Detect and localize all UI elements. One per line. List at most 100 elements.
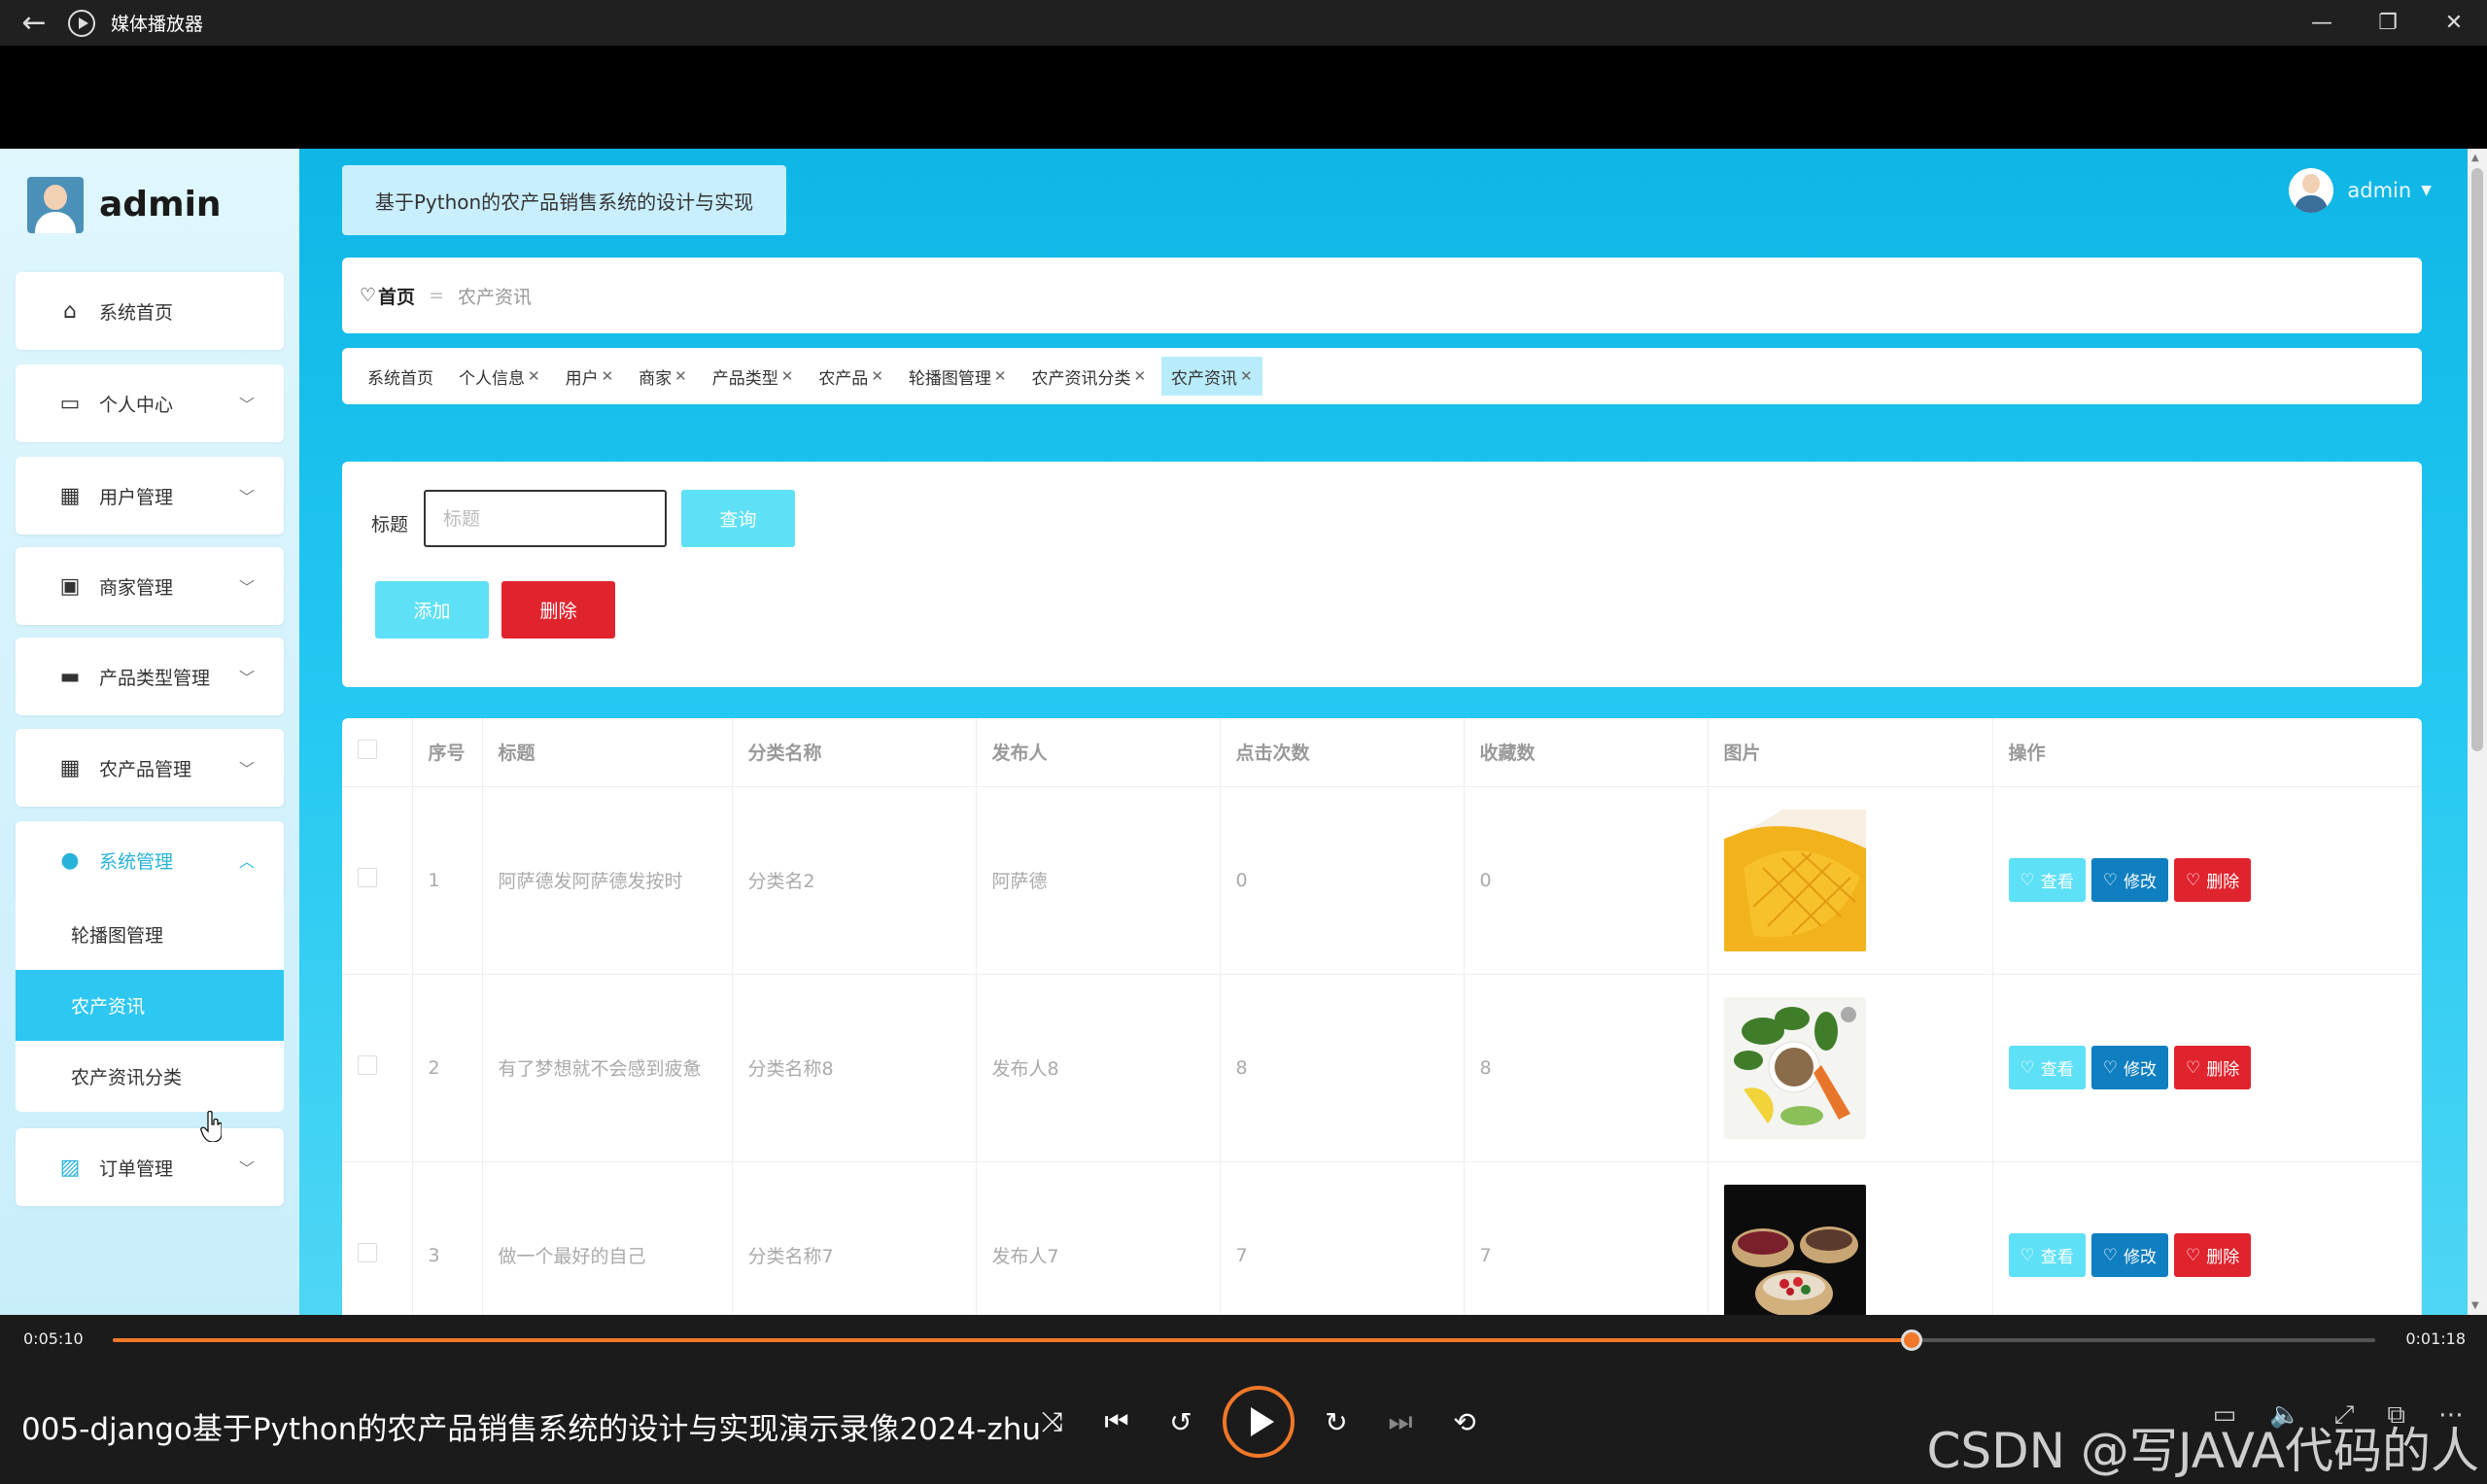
grid-icon: ▦: [59, 755, 81, 780]
playback-controls: ⤨ ⏮ ↺ ↻ ⏭ ⟲: [1020, 1386, 1497, 1458]
tag-news[interactable]: 农产资讯 ✕: [1161, 357, 1262, 396]
edit-button[interactable]: ♡ 修改: [2090, 1233, 2168, 1277]
tag-merchants[interactable]: 商家 ✕: [629, 357, 697, 396]
close-button[interactable]: ✕: [2421, 0, 2487, 46]
delete-button[interactable]: ♡ 删除: [2174, 858, 2252, 902]
close-icon[interactable]: ✕: [994, 367, 1007, 385]
forward-30-icon[interactable]: ↻: [1304, 1393, 1368, 1451]
breadcrumb-home[interactable]: ♡ 首页: [360, 283, 415, 309]
next-icon[interactable]: ⏭: [1368, 1393, 1433, 1451]
sidebar-item-label: 个人中心: [99, 394, 174, 416]
select-all-checkbox[interactable]: [358, 740, 377, 760]
sidebar-item-products[interactable]: ▦ 农产品管理 ﹀: [16, 729, 284, 807]
elapsed-time: 0:05:10: [23, 1329, 84, 1348]
scrollbar-thumb[interactable]: [2471, 168, 2483, 751]
cell-clicks: 8: [1220, 974, 1465, 1162]
scroll-up-icon[interactable]: ▲: [2471, 153, 2479, 163]
cell-favorites: 7: [1464, 1161, 1709, 1315]
sidebar-item-users[interactable]: ▦ 用户管理 ﹀: [16, 457, 284, 535]
table-row: 3 做一个最好的自己 分类名称7 发布人7 7 7 ♡ 查看 ♡ 修改 ♡ 删除: [342, 1161, 2422, 1315]
caret-down-icon: ▼: [2421, 183, 2432, 198]
edit-button[interactable]: ♡ 修改: [2090, 858, 2168, 902]
close-icon[interactable]: ✕: [602, 367, 614, 385]
row-checkbox[interactable]: [358, 868, 377, 887]
close-icon[interactable]: ✕: [674, 367, 687, 385]
tag-label: 农产资讯分类: [1031, 368, 1131, 389]
heart-icon: ♡: [2020, 1057, 2035, 1078]
sidebar-item-merchants[interactable]: ▣ 商家管理 ﹀: [16, 547, 284, 625]
tag-personal-info[interactable]: 个人信息 ✕: [449, 357, 550, 396]
cell-index: 2: [412, 974, 483, 1162]
previous-icon[interactable]: ⏮: [1085, 1393, 1149, 1451]
batch-delete-button[interactable]: 删除: [501, 581, 615, 638]
system-submenu: 轮播图管理 农产资讯 农产资讯分类: [16, 899, 284, 1112]
sidebar-item-personal[interactable]: ▭ 个人中心 ﹀: [16, 364, 284, 442]
baskets-image: [1723, 1184, 1866, 1315]
cell-index: 3: [412, 1161, 483, 1315]
restore-button[interactable]: ❐: [2355, 0, 2421, 46]
seek-bar-handle[interactable]: [1900, 1329, 1922, 1351]
row-checkbox[interactable]: [358, 1055, 377, 1075]
tag-home[interactable]: 系统首页: [358, 357, 443, 396]
chevron-up-icon: ︿: [238, 852, 255, 871]
close-icon[interactable]: ✕: [781, 367, 794, 385]
edit-button[interactable]: ♡ 修改: [2090, 1046, 2168, 1089]
cell-favorites: 8: [1464, 974, 1709, 1162]
header-username: admin: [2347, 179, 2412, 202]
tag-label: 轮播图管理: [908, 368, 991, 389]
tag-news-category[interactable]: 农产资讯分类 ✕: [1021, 357, 1156, 396]
rewind-10-icon[interactable]: ↺: [1149, 1393, 1213, 1451]
query-button[interactable]: 查询: [681, 490, 795, 547]
submenu-item-news-category[interactable]: 农产资讯分类: [16, 1041, 284, 1112]
sidebar-header: admin: [0, 149, 299, 260]
minimize-button[interactable]: —: [2289, 0, 2355, 46]
sidebar-item-orders[interactable]: ▨ 订单管理 ﹀: [16, 1128, 284, 1206]
add-button[interactable]: 添加: [375, 581, 489, 638]
sidebar-item-system[interactable]: ● 系统管理 ︿: [16, 821, 284, 899]
cell-publisher: 发布人8: [976, 974, 1221, 1162]
tag-product-types[interactable]: 产品类型 ✕: [703, 357, 804, 396]
table-row: 1 阿萨德发阿萨德发按时 分类名2 阿萨德 0 0 ♡ 查看 ♡ 修改 ♡ 删除: [342, 786, 2422, 975]
tag-carousel[interactable]: 轮播图管理 ✕: [899, 357, 1017, 396]
shuffle-icon[interactable]: ⤨: [1020, 1393, 1085, 1451]
delete-button[interactable]: ♡ 删除: [2174, 1046, 2252, 1089]
cell-title: 有了梦想就不会感到疲惫: [482, 974, 733, 1162]
mouse-cursor-icon: [200, 1111, 222, 1142]
close-icon[interactable]: ✕: [871, 367, 883, 385]
view-button[interactable]: ♡ 查看: [2008, 1233, 2086, 1277]
sidebar-username: admin: [99, 185, 222, 224]
sidebar-item-label: 系统管理: [99, 850, 174, 873]
close-icon[interactable]: ✕: [1240, 367, 1253, 385]
row-checkbox[interactable]: [358, 1243, 377, 1262]
sidebar-item-product-types[interactable]: ▬ 产品类型管理 ﹀: [16, 638, 284, 715]
tag-users[interactable]: 用户 ✕: [556, 357, 624, 396]
close-icon[interactable]: ✕: [528, 367, 540, 385]
media-player-icon: [68, 9, 95, 37]
edit-label: 修改: [2124, 1060, 2157, 1080]
heart-icon: ♡: [2102, 870, 2118, 890]
delete-button[interactable]: ♡ 删除: [2174, 1233, 2252, 1277]
seek-bar[interactable]: [113, 1329, 2375, 1351]
tag-products[interactable]: 农产品 ✕: [809, 357, 893, 396]
sidebar-item-home[interactable]: ⌂ 系统首页: [16, 272, 284, 350]
submenu-item-carousel[interactable]: 轮播图管理: [16, 899, 284, 970]
tag-label: 系统首页: [367, 368, 433, 389]
play-button[interactable]: [1223, 1386, 1295, 1458]
scroll-down-icon[interactable]: ▼: [2471, 1300, 2479, 1311]
cell-clicks: 7: [1220, 1161, 1465, 1315]
submenu-item-news[interactable]: 农产资讯: [16, 970, 284, 1041]
breadcrumb-separator: =: [429, 285, 444, 306]
page-scrollbar[interactable]: ▲ ▼: [2468, 149, 2487, 1315]
user-menu[interactable]: admin ▼: [2289, 168, 2432, 213]
tag-label: 农产资讯: [1171, 368, 1238, 389]
view-button[interactable]: ♡ 查看: [2008, 858, 2086, 902]
chevron-down-icon: ﹀: [238, 396, 255, 414]
column-header: 点击次数: [1220, 718, 1465, 787]
repeat-off-icon[interactable]: ⟲: [1433, 1393, 1497, 1451]
view-button[interactable]: ♡ 查看: [2008, 1046, 2086, 1089]
cell-title: 做一个最好的自己: [482, 1161, 733, 1315]
close-icon[interactable]: ✕: [1133, 367, 1146, 385]
edit-label: 修改: [2124, 873, 2157, 892]
title-search-input[interactable]: [424, 490, 667, 547]
back-arrow-icon[interactable]: ←: [0, 6, 68, 40]
